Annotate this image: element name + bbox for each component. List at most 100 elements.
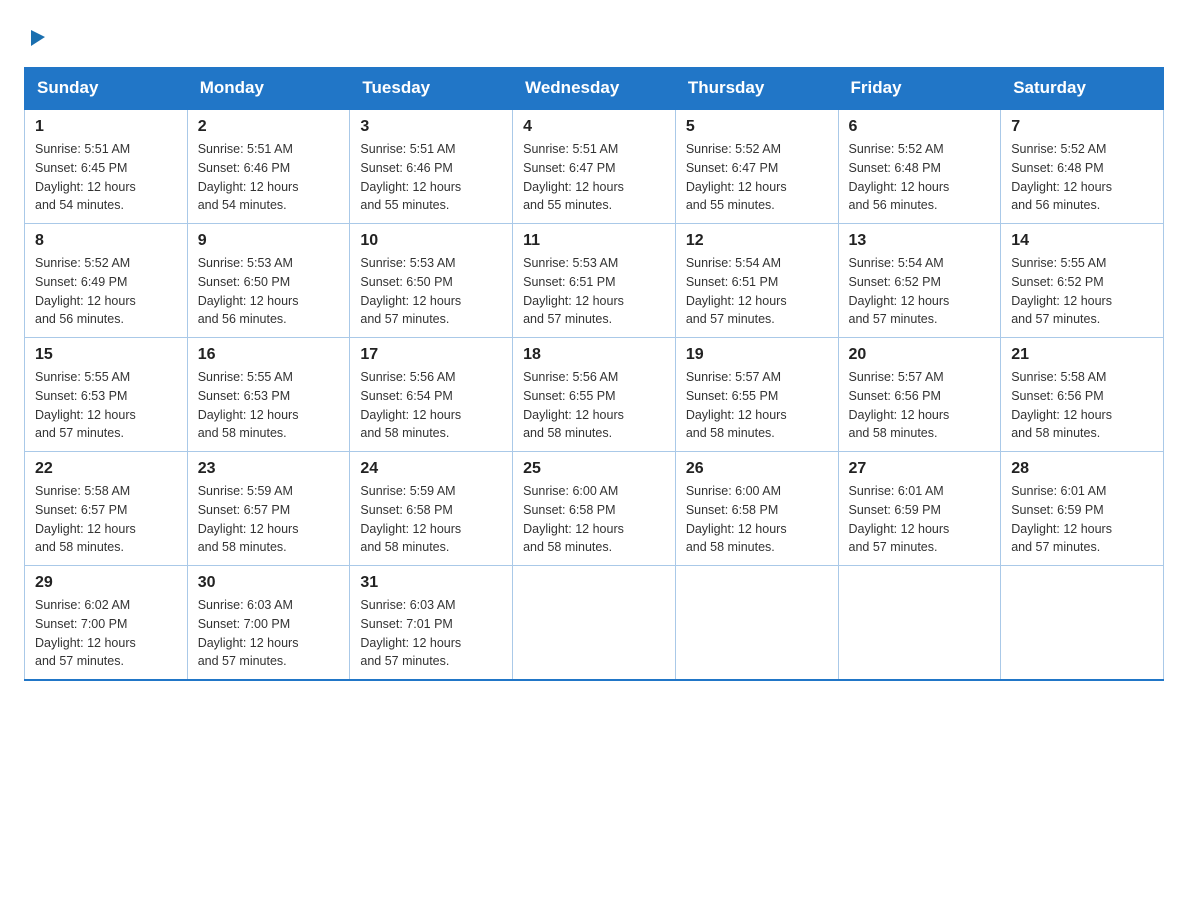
calendar-cell <box>513 566 676 681</box>
day-number: 9 <box>198 232 340 250</box>
calendar-cell: 23 Sunrise: 5:59 AM Sunset: 6:57 PM Dayl… <box>187 452 350 566</box>
day-info: Sunrise: 5:57 AM Sunset: 6:55 PM Dayligh… <box>686 368 828 443</box>
calendar-week-row: 1 Sunrise: 5:51 AM Sunset: 6:45 PM Dayli… <box>25 109 1164 224</box>
day-number: 18 <box>523 346 665 364</box>
day-number: 8 <box>35 232 177 250</box>
calendar-cell: 3 Sunrise: 5:51 AM Sunset: 6:46 PM Dayli… <box>350 109 513 224</box>
calendar-week-row: 22 Sunrise: 5:58 AM Sunset: 6:57 PM Dayl… <box>25 452 1164 566</box>
day-number: 20 <box>849 346 991 364</box>
day-info: Sunrise: 6:00 AM Sunset: 6:58 PM Dayligh… <box>686 482 828 557</box>
header-thursday: Thursday <box>675 68 838 110</box>
day-info: Sunrise: 5:53 AM Sunset: 6:51 PM Dayligh… <box>523 254 665 329</box>
calendar-cell <box>1001 566 1164 681</box>
calendar-cell: 21 Sunrise: 5:58 AM Sunset: 6:56 PM Dayl… <box>1001 338 1164 452</box>
day-number: 15 <box>35 346 177 364</box>
page-header <box>24 24 1164 51</box>
day-number: 10 <box>360 232 502 250</box>
day-number: 29 <box>35 574 177 592</box>
calendar-week-row: 15 Sunrise: 5:55 AM Sunset: 6:53 PM Dayl… <box>25 338 1164 452</box>
calendar-cell: 12 Sunrise: 5:54 AM Sunset: 6:51 PM Dayl… <box>675 224 838 338</box>
header-saturday: Saturday <box>1001 68 1164 110</box>
calendar-cell: 26 Sunrise: 6:00 AM Sunset: 6:58 PM Dayl… <box>675 452 838 566</box>
calendar-cell: 1 Sunrise: 5:51 AM Sunset: 6:45 PM Dayli… <box>25 109 188 224</box>
day-number: 22 <box>35 460 177 478</box>
calendar-cell: 6 Sunrise: 5:52 AM Sunset: 6:48 PM Dayli… <box>838 109 1001 224</box>
day-number: 13 <box>849 232 991 250</box>
day-info: Sunrise: 5:53 AM Sunset: 6:50 PM Dayligh… <box>360 254 502 329</box>
day-number: 16 <box>198 346 340 364</box>
day-number: 6 <box>849 118 991 136</box>
calendar-cell: 14 Sunrise: 5:55 AM Sunset: 6:52 PM Dayl… <box>1001 224 1164 338</box>
header-sunday: Sunday <box>25 68 188 110</box>
calendar-cell: 25 Sunrise: 6:00 AM Sunset: 6:58 PM Dayl… <box>513 452 676 566</box>
day-info: Sunrise: 5:57 AM Sunset: 6:56 PM Dayligh… <box>849 368 991 443</box>
day-number: 14 <box>1011 232 1153 250</box>
day-info: Sunrise: 5:56 AM Sunset: 6:54 PM Dayligh… <box>360 368 502 443</box>
day-info: Sunrise: 5:58 AM Sunset: 6:56 PM Dayligh… <box>1011 368 1153 443</box>
header-tuesday: Tuesday <box>350 68 513 110</box>
calendar-week-row: 8 Sunrise: 5:52 AM Sunset: 6:49 PM Dayli… <box>25 224 1164 338</box>
calendar-cell: 16 Sunrise: 5:55 AM Sunset: 6:53 PM Dayl… <box>187 338 350 452</box>
logo-arrow-icon <box>27 26 49 48</box>
header-wednesday: Wednesday <box>513 68 676 110</box>
calendar-cell: 11 Sunrise: 5:53 AM Sunset: 6:51 PM Dayl… <box>513 224 676 338</box>
day-info: Sunrise: 5:52 AM Sunset: 6:47 PM Dayligh… <box>686 140 828 215</box>
day-info: Sunrise: 5:55 AM Sunset: 6:52 PM Dayligh… <box>1011 254 1153 329</box>
day-info: Sunrise: 6:03 AM Sunset: 7:00 PM Dayligh… <box>198 596 340 671</box>
day-number: 1 <box>35 118 177 136</box>
calendar-cell: 20 Sunrise: 5:57 AM Sunset: 6:56 PM Dayl… <box>838 338 1001 452</box>
calendar-cell: 19 Sunrise: 5:57 AM Sunset: 6:55 PM Dayl… <box>675 338 838 452</box>
day-info: Sunrise: 5:51 AM Sunset: 6:47 PM Dayligh… <box>523 140 665 215</box>
day-info: Sunrise: 5:56 AM Sunset: 6:55 PM Dayligh… <box>523 368 665 443</box>
day-number: 25 <box>523 460 665 478</box>
calendar-cell: 7 Sunrise: 5:52 AM Sunset: 6:48 PM Dayli… <box>1001 109 1164 224</box>
day-number: 4 <box>523 118 665 136</box>
day-info: Sunrise: 6:02 AM Sunset: 7:00 PM Dayligh… <box>35 596 177 671</box>
calendar-cell: 5 Sunrise: 5:52 AM Sunset: 6:47 PM Dayli… <box>675 109 838 224</box>
day-number: 31 <box>360 574 502 592</box>
day-info: Sunrise: 5:51 AM Sunset: 6:45 PM Dayligh… <box>35 140 177 215</box>
day-info: Sunrise: 5:58 AM Sunset: 6:57 PM Dayligh… <box>35 482 177 557</box>
day-info: Sunrise: 5:51 AM Sunset: 6:46 PM Dayligh… <box>360 140 502 215</box>
calendar-week-row: 29 Sunrise: 6:02 AM Sunset: 7:00 PM Dayl… <box>25 566 1164 681</box>
day-number: 5 <box>686 118 828 136</box>
day-number: 17 <box>360 346 502 364</box>
day-number: 28 <box>1011 460 1153 478</box>
calendar-cell: 13 Sunrise: 5:54 AM Sunset: 6:52 PM Dayl… <box>838 224 1001 338</box>
day-info: Sunrise: 5:52 AM Sunset: 6:49 PM Dayligh… <box>35 254 177 329</box>
calendar-cell: 22 Sunrise: 5:58 AM Sunset: 6:57 PM Dayl… <box>25 452 188 566</box>
day-number: 24 <box>360 460 502 478</box>
calendar-cell: 17 Sunrise: 5:56 AM Sunset: 6:54 PM Dayl… <box>350 338 513 452</box>
calendar-cell: 31 Sunrise: 6:03 AM Sunset: 7:01 PM Dayl… <box>350 566 513 681</box>
day-number: 7 <box>1011 118 1153 136</box>
day-info: Sunrise: 5:59 AM Sunset: 6:57 PM Dayligh… <box>198 482 340 557</box>
calendar-cell: 2 Sunrise: 5:51 AM Sunset: 6:46 PM Dayli… <box>187 109 350 224</box>
header-friday: Friday <box>838 68 1001 110</box>
day-info: Sunrise: 5:52 AM Sunset: 6:48 PM Dayligh… <box>1011 140 1153 215</box>
day-number: 19 <box>686 346 828 364</box>
day-info: Sunrise: 6:03 AM Sunset: 7:01 PM Dayligh… <box>360 596 502 671</box>
day-info: Sunrise: 5:55 AM Sunset: 6:53 PM Dayligh… <box>198 368 340 443</box>
day-number: 2 <box>198 118 340 136</box>
calendar-cell: 18 Sunrise: 5:56 AM Sunset: 6:55 PM Dayl… <box>513 338 676 452</box>
calendar-cell: 27 Sunrise: 6:01 AM Sunset: 6:59 PM Dayl… <box>838 452 1001 566</box>
day-number: 27 <box>849 460 991 478</box>
day-info: Sunrise: 5:52 AM Sunset: 6:48 PM Dayligh… <box>849 140 991 215</box>
logo <box>24 24 49 51</box>
calendar-table: Sunday Monday Tuesday Wednesday Thursday… <box>24 67 1164 681</box>
day-number: 30 <box>198 574 340 592</box>
calendar-cell: 4 Sunrise: 5:51 AM Sunset: 6:47 PM Dayli… <box>513 109 676 224</box>
calendar-cell <box>838 566 1001 681</box>
day-number: 23 <box>198 460 340 478</box>
calendar-cell: 10 Sunrise: 5:53 AM Sunset: 6:50 PM Dayl… <box>350 224 513 338</box>
day-info: Sunrise: 5:59 AM Sunset: 6:58 PM Dayligh… <box>360 482 502 557</box>
day-info: Sunrise: 5:54 AM Sunset: 6:51 PM Dayligh… <box>686 254 828 329</box>
day-info: Sunrise: 5:55 AM Sunset: 6:53 PM Dayligh… <box>35 368 177 443</box>
day-number: 21 <box>1011 346 1153 364</box>
calendar-cell: 24 Sunrise: 5:59 AM Sunset: 6:58 PM Dayl… <box>350 452 513 566</box>
calendar-cell: 8 Sunrise: 5:52 AM Sunset: 6:49 PM Dayli… <box>25 224 188 338</box>
calendar-cell: 29 Sunrise: 6:02 AM Sunset: 7:00 PM Dayl… <box>25 566 188 681</box>
day-number: 3 <box>360 118 502 136</box>
calendar-cell: 9 Sunrise: 5:53 AM Sunset: 6:50 PM Dayli… <box>187 224 350 338</box>
day-info: Sunrise: 5:54 AM Sunset: 6:52 PM Dayligh… <box>849 254 991 329</box>
